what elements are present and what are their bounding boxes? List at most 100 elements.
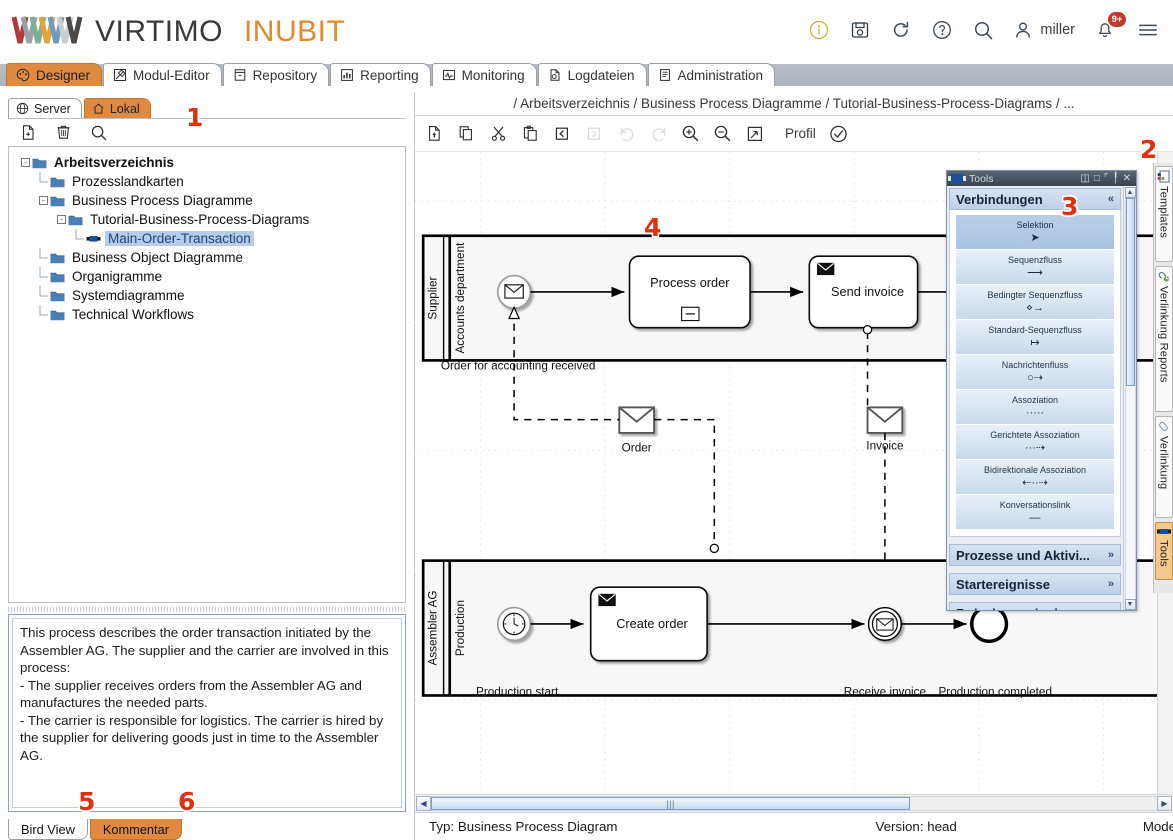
bottom-tab-kommentar[interactable]: Kommentar	[90, 819, 182, 840]
tree-item-label: Tutorial-Business-Process-Diagrams	[87, 212, 312, 227]
tools-panel-scrollbar[interactable]: ▲ ▼	[1123, 186, 1136, 610]
tree-item-business-process-diagramme[interactable]: -Business Process Diagramme	[13, 191, 401, 210]
notifications-button[interactable]: 9+	[1094, 18, 1118, 42]
tree-item-prozesslandkarten[interactable]: Prozesslandkarten	[13, 172, 401, 191]
cut-icon[interactable]	[489, 124, 508, 143]
maximize-icon[interactable]: ╿	[1113, 174, 1119, 184]
profile-button[interactable]: Profil	[785, 126, 816, 141]
tab-reporting[interactable]: Reporting	[330, 63, 431, 86]
fit-to-screen-icon[interactable]	[745, 124, 764, 143]
vtab-verlinkung-reports[interactable]: Verlinkung Reports	[1155, 266, 1173, 412]
left-tab-lokal[interactable]: Lokal	[84, 98, 151, 118]
scroll-down-button[interactable]: ▼	[1125, 599, 1136, 610]
tools-scroll-track[interactable]	[1125, 198, 1136, 599]
tools-group-prozesse-und-aktivi[interactable]: Prozesse und Aktivi...»	[949, 544, 1121, 566]
tab-label: Repository	[253, 68, 318, 83]
scroll-up-button[interactable]: ▲	[1125, 187, 1136, 198]
tool-item-sequenzfluss[interactable]: Sequenzfluss⟶	[956, 250, 1114, 285]
tools-group-startereignisse[interactable]: Startereignisse»	[949, 573, 1121, 595]
description-panel[interactable]: This process describes the order transac…	[8, 614, 406, 812]
user-menu[interactable]: miller	[1013, 20, 1075, 40]
tree-item-main-order-transaction[interactable]: Main-Order-Transaction	[13, 229, 401, 248]
forward-icon[interactable]	[585, 124, 604, 143]
tree-item-business-object-diagramme[interactable]: Business Object Diagramme	[13, 248, 401, 267]
split-view-icon[interactable]: ◫	[1080, 174, 1089, 184]
undo-icon[interactable]	[649, 124, 668, 143]
copy-icon[interactable]	[457, 124, 476, 143]
tool-item-standard-sequenzfluss[interactable]: Standard-Sequenzfluss↦	[956, 320, 1114, 355]
status-type: Typ: Business Process Diagram	[429, 819, 617, 834]
status-version-label: Version:	[875, 819, 923, 834]
tool-item-label: Assoziation	[1012, 395, 1058, 406]
tree-expander[interactable]: -	[19, 156, 32, 169]
tools-scroll-thumb[interactable]	[1126, 198, 1135, 386]
svg-text:Supplier: Supplier	[426, 276, 439, 319]
paste-icon[interactable]	[521, 124, 540, 143]
delete-icon[interactable]	[55, 124, 72, 141]
close-icon[interactable]: ✕	[1123, 174, 1131, 184]
scroll-left-button[interactable]: ◀	[416, 796, 431, 811]
check-circle-icon[interactable]	[829, 124, 848, 143]
tool-item-bedingter-sequenzfluss[interactable]: Bedingter Sequenzfluss⋄→	[956, 285, 1114, 320]
tree-item-label: Technical Workflows	[69, 307, 197, 322]
back-icon[interactable]	[553, 124, 572, 143]
vtab-tools[interactable]: Tools	[1155, 522, 1173, 580]
save-icon[interactable]	[849, 19, 871, 41]
search-icon[interactable]	[972, 19, 994, 41]
tab-repository[interactable]: Repository	[223, 63, 330, 86]
tree-item-organigramme[interactable]: Organigramme	[13, 267, 401, 286]
refresh-icon[interactable]	[890, 19, 912, 41]
help-icon[interactable]	[931, 19, 953, 41]
tools-group-zwischenereignisse[interactable]: Zwischenereignisse»	[949, 602, 1121, 610]
info-icon[interactable]	[808, 19, 830, 41]
canvas-horizontal-scrollbar[interactable]: ◀ ||| ▶	[415, 794, 1173, 812]
zoom-in-icon[interactable]	[681, 124, 700, 143]
link-icon	[1157, 420, 1170, 433]
tree-item-technical-workflows[interactable]: Technical Workflows	[13, 305, 401, 324]
new-file-icon[interactable]	[20, 124, 37, 141]
tab-designer[interactable]: Designer	[6, 63, 102, 86]
tab-monitoring[interactable]: Monitoring	[432, 63, 537, 86]
log-file-icon	[548, 68, 562, 82]
restore-icon[interactable]: □	[1094, 174, 1100, 184]
tools-group-verbindungen[interactable]: Verbindungen «	[949, 188, 1121, 210]
tool-item-assoziation[interactable]: Assoziation·····	[956, 390, 1114, 425]
tab-administration[interactable]: Administration	[648, 63, 776, 86]
redo-icon[interactable]	[617, 124, 636, 143]
user-icon	[1013, 20, 1033, 40]
scroll-track[interactable]: |||	[431, 796, 1157, 811]
left-panel-toolbar	[8, 118, 406, 146]
pin-icon[interactable]: ⌜	[1104, 174, 1109, 184]
search-icon[interactable]	[90, 124, 108, 142]
tool-item-label: Bidirektionale Assoziation	[984, 465, 1086, 476]
tree-expander[interactable]: -	[55, 213, 68, 226]
tools-panel-titlebar[interactable]: Tools ◫ □ ⌜ ╿ ✕	[947, 171, 1136, 186]
tree-item-tutorial-business-process-diagrams[interactable]: - Tutorial-Business-Process-Diagrams	[13, 210, 401, 229]
tool-item-selektion[interactable]: Selektion➤	[956, 215, 1114, 250]
tool-item-gerichtete-assoziation[interactable]: Gerichtete Assoziation···⇢	[956, 425, 1114, 460]
tree-item-systemdiagramme[interactable]: Systemdiagramme	[13, 286, 401, 305]
vtab-templates[interactable]: Templates	[1155, 166, 1173, 262]
tab-label: Monitoring	[462, 68, 525, 83]
vtab-verlinkung[interactable]: Verlinkung	[1155, 416, 1173, 518]
bottom-tab-bird-view[interactable]: Bird View	[8, 819, 88, 840]
tools-panel[interactable]: Tools ◫ □ ⌜ ╿ ✕ Verbindungen « Selektion…	[946, 170, 1137, 611]
tree-elbow	[37, 172, 50, 191]
admin-icon	[658, 68, 672, 82]
tool-item-konversationslink[interactable]: Konversationslink—	[956, 495, 1114, 530]
tools-group-label: Verbindungen	[956, 192, 1043, 207]
scroll-right-button[interactable]: ▶	[1157, 796, 1172, 811]
tree-item-arbeitsverzeichnis[interactable]: -Arbeitsverzeichnis	[13, 153, 401, 172]
left-tab-server[interactable]: Server	[8, 98, 82, 118]
scroll-thumb[interactable]: |||	[431, 797, 910, 810]
tab-logdateien[interactable]: Logdateien	[538, 63, 647, 86]
project-tree[interactable]: -ArbeitsverzeichnisProzesslandkarten-Bus…	[8, 146, 406, 603]
panel-splitter[interactable]	[8, 605, 406, 614]
tool-item-bidirektionale-assoziation[interactable]: Bidirektionale Assoziation⇠··⇢	[956, 460, 1114, 495]
tree-expander[interactable]: -	[37, 194, 50, 207]
hamburger-menu-icon[interactable]	[1137, 19, 1159, 41]
zoom-out-icon[interactable]	[713, 124, 732, 143]
tool-item-nachrichtenfluss[interactable]: Nachrichtenfluss○⇢	[956, 355, 1114, 390]
tab-modul-editor[interactable]: Modul-Editor	[103, 63, 222, 86]
new-document-icon[interactable]	[425, 124, 444, 143]
